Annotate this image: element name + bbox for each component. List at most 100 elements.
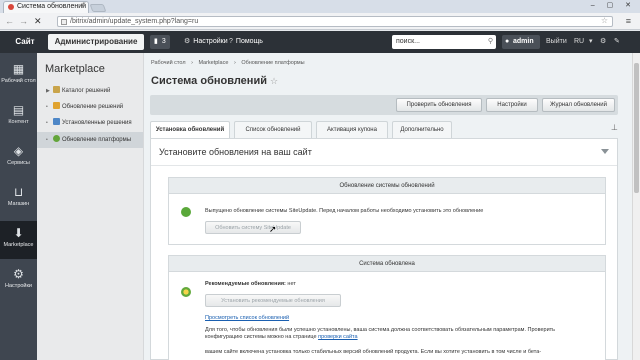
breadcrumb-platform-update[interactable]: Обновление платформы [241,60,304,66]
marketplace-icon: ⬇ [13,226,24,240]
menu-item-platform-update-label: Обновление платформы [62,137,132,143]
page-title-text: Система обновлений [151,75,267,87]
scrollbar-thumb[interactable] [634,63,639,193]
content-icon: ▤ [12,103,25,117]
divider [151,165,617,166]
favorite-star-icon[interactable]: ☆ [270,76,278,86]
breadcrumb-desktop[interactable]: Рабочий стол [151,60,186,66]
url-text: /bitrix/admin/update_system.php?lang=ru [70,18,199,25]
bullet-icon: • [46,120,48,126]
favicon-icon [8,4,14,10]
page-icon [61,19,67,25]
collapse-icon[interactable] [601,149,609,154]
new-tab-button[interactable] [89,4,107,12]
browser-tab-title: Система обновлений [17,3,87,10]
view-updates-list-link[interactable]: Просмотреть список обновлений [205,315,289,321]
catalog-icon [53,86,60,93]
menu-title: Marketplace [45,63,105,75]
nav-marketplace[interactable]: ⬇ Marketplace [0,221,37,259]
nav-services[interactable]: ◈ Сервисы [0,139,37,177]
browser-tab-bar: Система обновлений × – ▢ ✕ [0,0,640,13]
nav-content[interactable]: ▤ Контент [0,98,37,136]
settings-link-label: Настройки [193,38,228,45]
nav-desktop-label: Рабочий стол [1,78,36,84]
settings-icon: ⚙ [13,267,24,281]
system-updated-box: Система обновлена Рекомендуемые обновлен… [168,255,606,360]
user-menu[interactable]: ● admin [502,35,540,49]
pin-panel-icon[interactable]: ✎ [614,35,620,49]
stable-versions-text: вашем сайте включена установка только ст… [205,349,542,355]
tab-strip: Установка обновлений Список обновлений А… [150,121,618,139]
forward-icon[interactable]: → [19,16,28,26]
system-updated-box-header: Система обновлена [169,256,605,272]
settings-gear-icon[interactable]: ⚙ [600,35,606,49]
administration-button[interactable]: Администрирование [48,34,144,50]
stop-icon[interactable]: ✕ [34,16,42,27]
nav-shop-label: Магазин [7,201,30,207]
updates-journal-button[interactable]: Журнал обновлений [542,98,615,112]
menu-item-solution-updates[interactable]: • Обновление решений [37,99,143,115]
settings-button[interactable]: Настройки [486,98,538,112]
user-icon: ● [505,38,510,45]
system-ok-icon [181,287,191,297]
menu-item-installed[interactable]: • Установленные решения [37,115,143,131]
gear-icon: ⚙ [184,38,191,45]
check-updates-button[interactable]: Проверить обновления [396,98,482,112]
update-available-icon [181,207,191,217]
search-icon[interactable]: ⚲ [488,35,493,49]
site-button[interactable]: Сайт [6,34,44,50]
help-link[interactable]: ? Помощь [229,35,263,49]
bookmark-star-icon[interactable]: ☆ [601,16,608,26]
logout-link[interactable]: Выйти [546,35,567,49]
nav-marketplace-label: Marketplace [3,242,34,248]
menu-item-installed-label: Установленные решения [62,120,132,126]
menu-item-solution-updates-label: Обновление решений [62,104,124,110]
expand-arrow-icon[interactable]: ▶ [46,83,53,99]
menu-item-platform-update[interactable]: • Обновление платформы [37,132,143,148]
mouse-cursor-icon: ➚ [269,224,277,234]
tab-updates-list[interactable]: Список обновлений [234,121,312,138]
address-bar: ← → ✕ /bitrix/admin/update_system.php?la… [0,13,640,30]
services-icon: ◈ [13,144,24,158]
breadcrumb-separator: › [233,60,236,66]
window-controls[interactable]: – ▢ ✕ [591,1,636,9]
user-name: admin [513,38,534,45]
breadcrumb-marketplace[interactable]: Marketplace [198,60,228,66]
browser-tab[interactable]: Система обновлений × [3,1,89,13]
nav-shop[interactable]: ⊔ Магазин [0,180,37,218]
breadcrumb: Рабочий стол › Marketplace › Обновление … [151,60,309,66]
site-check-link[interactable]: проверки сайта [318,334,357,340]
pin-icon[interactable]: ⊥ [611,123,618,132]
tab-coupon-activation[interactable]: Активация купона [316,121,388,138]
siteupdate-message: Выпущено обновление системы SiteUpdate. … [205,208,484,214]
installed-solutions-icon [53,118,60,125]
nav-content-label: Контент [8,119,29,125]
notifications-icon: ▮ [154,38,158,45]
nav-desktop[interactable]: ▦ Рабочий стол [0,57,37,95]
main-content: Рабочий стол › Marketplace › Обновление … [144,53,640,360]
url-input[interactable]: /bitrix/admin/update_system.php?lang=ru … [57,16,613,27]
tab-install-updates[interactable]: Установка обновлений [150,121,230,139]
settings-link[interactable]: ⚙ Настройки [184,35,228,49]
bullet-icon: • [46,137,48,143]
install-recommended-button[interactable]: Установить рекомендуемые обновления [205,294,341,307]
nav-settings-label: Настройки [5,283,32,289]
recommended-updates-status: Рекомендуемые обновления: нет [205,281,296,287]
search-input[interactable]: поиск... ⚲ [392,35,496,49]
tab-additional[interactable]: Дополнительно [392,121,452,138]
back-icon[interactable]: ← [5,16,14,26]
language-switch[interactable]: RU [574,35,584,49]
vertical-scrollbar[interactable] [632,53,640,360]
nav-settings[interactable]: ⚙ Настройки [0,262,37,300]
close-tab-icon[interactable]: × [81,2,85,9]
language-dropdown-icon[interactable]: ▾ [589,35,593,49]
notifications-badge[interactable]: ▮ 3 [150,35,170,49]
menu-item-catalog[interactable]: ▶ Каталог решений [37,83,143,99]
recommended-updates-label: Рекомендуемые обновления: [205,281,286,287]
siteupdate-box: Обновление системы обновлений Выпущено о… [168,177,606,245]
page-title: Система обновлений ☆ [151,75,278,87]
help-icon: ? [229,38,233,45]
browser-menu-icon[interactable]: ≡ [626,16,631,26]
notifications-count: 3 [161,38,166,45]
update-siteupdate-button[interactable]: Обновить систему SiteUpdate [205,221,301,234]
